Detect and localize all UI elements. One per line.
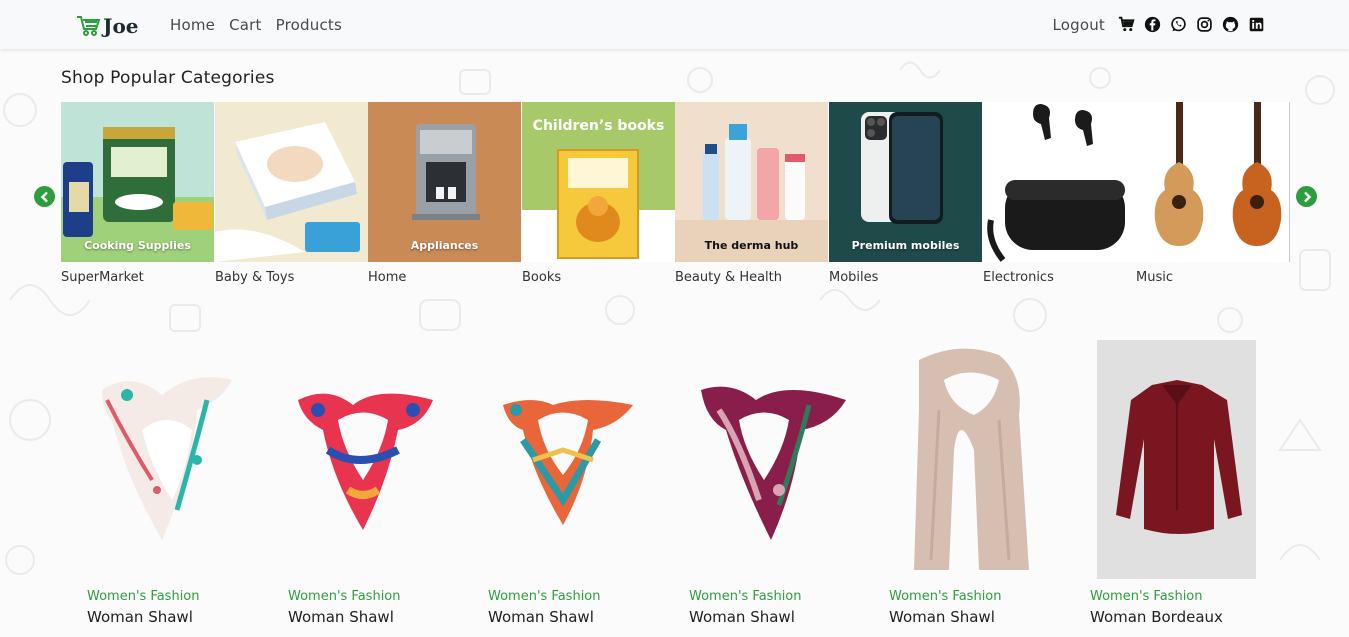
category-image [1136, 102, 1289, 262]
svg-text:Joe: Joe [101, 14, 139, 38]
product-image [87, 340, 247, 580]
category-caption: Premium mobiles [851, 239, 960, 252]
category-image: Children’s books [522, 102, 675, 262]
carousel-prev-button[interactable] [34, 186, 55, 207]
carousel-edge [1289, 102, 1290, 262]
category-supermarket[interactable]: Cooking Supplies SuperMarket [61, 102, 214, 285]
category-caption: Cooking Supplies [84, 239, 191, 252]
top-navbar: Joe Home Cart Products Logout [0, 0, 1349, 49]
github-icon[interactable] [1221, 16, 1239, 34]
category-image: Cooking Supplies [61, 102, 214, 262]
category-home[interactable]: Appliances Home [368, 102, 521, 285]
carousel-next-button[interactable] [1296, 186, 1317, 207]
category-caption: The derma hub [704, 239, 799, 252]
categories-section-title: Shop Popular Categories [61, 68, 275, 88]
product-title[interactable]: Woman Shawl [288, 608, 394, 626]
product-title[interactable]: Woman Bordeaux [1090, 608, 1223, 626]
product-card[interactable]: Women's Fashion Woman Shawl [288, 340, 458, 626]
category-electronics[interactable]: Electronics [983, 102, 1136, 285]
category-label: Books [522, 270, 562, 285]
facebook-icon[interactable] [1143, 16, 1161, 34]
product-category[interactable]: Women's Fashion [1090, 589, 1203, 604]
product-image [1097, 340, 1256, 579]
category-mobiles[interactable]: Premium mobiles Mobiles [829, 102, 982, 285]
category-image: The derma hub [675, 102, 828, 262]
product-category[interactable]: Women's Fashion [889, 589, 1002, 604]
product-title[interactable]: Woman Shawl [889, 608, 995, 626]
product-category[interactable]: Women's Fashion [689, 589, 802, 604]
category-label: Mobiles [829, 270, 879, 285]
nav-home-link[interactable]: Home [170, 16, 215, 34]
product-title[interactable]: Woman Shawl [87, 608, 193, 626]
whatsapp-icon[interactable] [1169, 16, 1187, 34]
category-image: Appliances [368, 102, 521, 262]
product-title[interactable]: Woman Shawl [689, 608, 795, 626]
product-image [488, 340, 648, 580]
category-caption: Children’s books [532, 118, 665, 134]
product-category[interactable]: Women's Fashion [288, 589, 401, 604]
category-label: Music [1136, 270, 1173, 285]
nav-cart-link[interactable]: Cart [229, 16, 262, 34]
category-label: Electronics [983, 270, 1054, 285]
nav-products-link[interactable]: Products [276, 16, 342, 34]
product-image [889, 340, 1049, 580]
brand-logo[interactable]: Joe [76, 12, 156, 38]
instagram-icon[interactable] [1195, 16, 1213, 34]
category-label: SuperMarket [61, 270, 144, 285]
product-category[interactable]: Women's Fashion [87, 589, 200, 604]
nav-right-group: Logout [1052, 0, 1265, 49]
linkedin-icon[interactable] [1247, 16, 1265, 34]
category-label: Baby & Toys [215, 270, 295, 285]
product-card[interactable]: Women's Fashion Woman Bordeaux [1090, 340, 1260, 626]
cart-icon[interactable] [1117, 16, 1135, 34]
category-music[interactable]: Music [1136, 102, 1289, 285]
product-card[interactable]: Women's Fashion Woman Shawl [689, 340, 859, 626]
category-beauty-health[interactable]: The derma hub Beauty & Health [675, 102, 828, 285]
product-image [288, 340, 448, 580]
product-card[interactable]: Women's Fashion Woman Shawl [87, 340, 257, 626]
category-books[interactable]: Children’s books Books [522, 102, 675, 285]
chevron-right-icon [1303, 191, 1311, 202]
shopping-cart-logo-icon: Joe [77, 14, 139, 38]
product-title[interactable]: Woman Shawl [488, 608, 594, 626]
logout-link[interactable]: Logout [1052, 16, 1105, 34]
product-card[interactable]: Women's Fashion Woman Shawl [488, 340, 658, 626]
category-label: Home [368, 270, 407, 285]
category-caption: Appliances [410, 239, 479, 252]
main-nav: Home Cart Products [170, 0, 342, 49]
category-image [983, 102, 1136, 262]
category-image [215, 102, 368, 262]
category-baby-toys[interactable]: Baby & Toys [215, 102, 368, 285]
product-card[interactable]: Women's Fashion Woman Shawl [889, 340, 1059, 626]
product-category[interactable]: Women's Fashion [488, 589, 601, 604]
category-image: Premium mobiles [829, 102, 982, 262]
chevron-left-icon [40, 191, 48, 202]
product-image [689, 340, 849, 580]
category-carousel: Cooking Supplies SuperMarket Baby & Toys [61, 102, 1290, 292]
category-label: Beauty & Health [675, 270, 783, 285]
